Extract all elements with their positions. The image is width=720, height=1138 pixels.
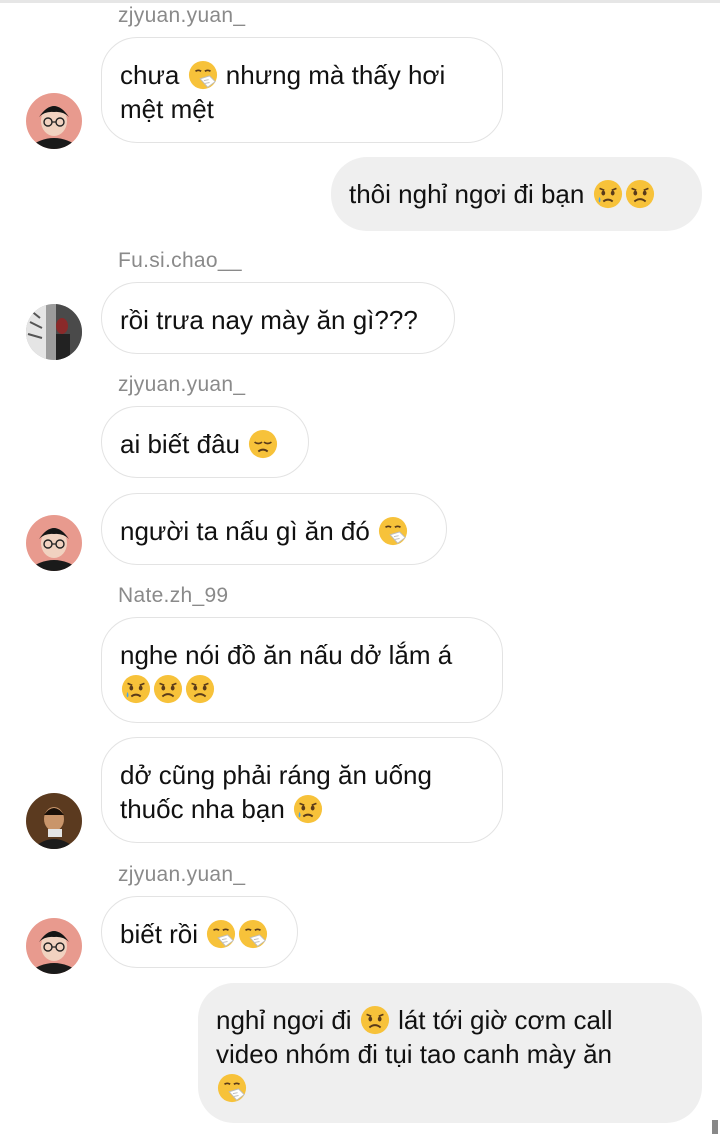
message-text: thuốc nha bạn <box>120 794 285 824</box>
sender-name: zjyuan.yuan_ <box>118 863 246 886</box>
worried-face-icon <box>153 674 183 704</box>
sneezing-face-icon <box>378 516 408 546</box>
message-bubble[interactable]: ai biết đâu <box>101 406 309 478</box>
message-text: nhưng mà thấy hơi <box>225 60 446 90</box>
message-bubble[interactable]: chưa nhưng mà thấy hơi mệt mệt <box>101 37 503 143</box>
scrollbar[interactable] <box>712 1120 718 1134</box>
sender-name: zjyuan.yuan_ <box>118 373 246 396</box>
message-bubble[interactable]: nghe nói đồ ăn nấu dở lắm á <box>101 617 503 723</box>
message-text: mệt mệt <box>120 94 214 124</box>
message-text: nghỉ ngơi đi <box>216 1005 352 1035</box>
message-bubble[interactable]: thôi nghỉ ngơi đi bạn <box>331 157 702 231</box>
avatar[interactable] <box>26 918 82 974</box>
sender-name: Nate.zh_99 <box>118 584 229 607</box>
sender-name: Fu.si.chao__ <box>118 249 242 272</box>
sad-tear-face-icon <box>293 794 323 824</box>
message-text: chưa <box>120 60 180 90</box>
message-text: người ta nấu gì ăn đó <box>120 516 370 546</box>
message-bubble[interactable]: nghỉ ngơi đi lát tới giờ cơm call video … <box>198 983 702 1123</box>
worried-face-icon <box>360 1005 390 1035</box>
message-text: nghe nói đồ ăn nấu dở lắm á <box>120 640 453 670</box>
sender-name: zjyuan.yuan_ <box>118 4 246 27</box>
top-divider <box>0 0 720 3</box>
message-bubble[interactable]: người ta nấu gì ăn đó <box>101 493 447 565</box>
message-bubble[interactable]: dở cũng phải ráng ăn uống thuốc nha bạn <box>101 737 503 843</box>
message-text: video nhóm đi tụi tao canh mày ăn <box>216 1039 613 1069</box>
sneezing-face-icon <box>217 1073 247 1103</box>
sad-tear-face-icon <box>593 179 623 209</box>
message-text: dở cũng phải ráng ăn uống <box>120 760 432 790</box>
disappointed-face-icon <box>248 429 278 459</box>
avatar[interactable] <box>26 793 82 849</box>
sad-tear-face-icon <box>121 674 151 704</box>
avatar[interactable] <box>26 93 82 149</box>
message-text: ai biết đâu <box>120 429 240 459</box>
message-text: thôi nghỉ ngơi đi bạn <box>349 179 585 209</box>
sneezing-face-icon <box>206 919 236 949</box>
sneezing-face-icon <box>188 60 218 90</box>
sneezing-face-icon <box>238 919 268 949</box>
message-bubble[interactable]: biết rồi <box>101 896 298 968</box>
message-text: biết rồi <box>120 919 199 949</box>
message-bubble[interactable]: rồi trưa nay mày ăn gì??? <box>101 282 455 354</box>
worried-face-icon <box>625 179 655 209</box>
worried-face-icon <box>185 674 215 704</box>
avatar[interactable] <box>26 515 82 571</box>
message-text: lát tới giờ cơm call <box>398 1005 613 1035</box>
avatar[interactable] <box>26 304 82 360</box>
message-text: rồi trưa nay mày ăn gì??? <box>120 305 418 335</box>
